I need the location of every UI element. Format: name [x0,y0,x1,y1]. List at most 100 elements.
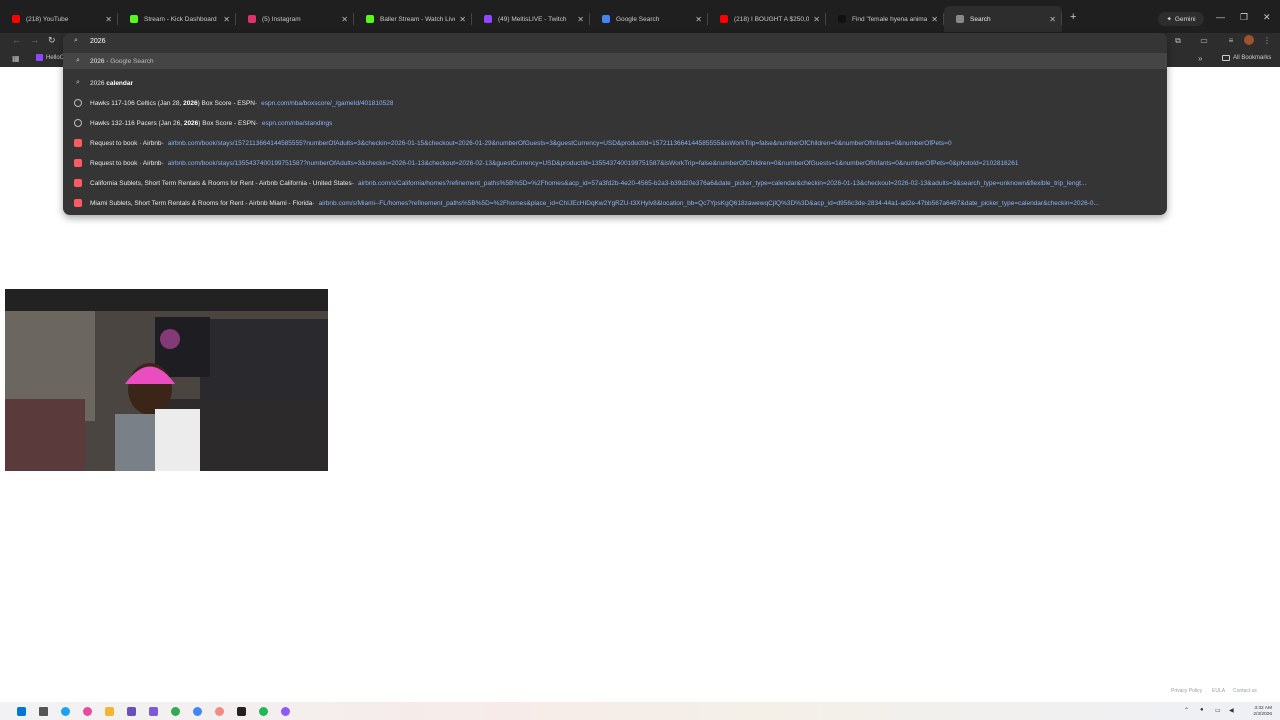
reload-icon[interactable]: ↻ [48,35,56,46]
obs-icon[interactable] [215,707,224,716]
tab[interactable]: Google Search ✕ [590,6,708,32]
webcam-overlay [5,289,328,471]
new-tab-button[interactable]: + [1070,11,1076,23]
tab[interactable]: Baller Stream - Watch Live ✕ [354,6,472,32]
close-tab-icon[interactable]: ✕ [459,15,466,24]
close-tab-icon[interactable]: ✕ [931,15,938,24]
favicon-icon [720,15,728,23]
chevron-right-icon[interactable]: » [1198,54,1202,63]
suggestion-item[interactable]: Request to book · Airbnb - airbnb.com/bo… [63,153,1167,173]
extensions-icon[interactable]: ⧉ [1173,36,1183,46]
volume-icon[interactable]: ◀ [1229,707,1234,714]
app-icon[interactable] [83,707,92,716]
favicon-icon [602,15,610,23]
address-input[interactable] [90,37,690,45]
tab-title: Stream - Kick Dashboard [144,15,217,23]
suggestion-item[interactable]: Hawks 117-106 Celtics (Jan 28, 2026) Box… [63,93,1167,113]
tab[interactable]: Search ✕ [944,6,1062,32]
suggestion-text-pre: California Sublets, Short Term Rentals &… [90,179,352,187]
suggestion-url: espn.com/nba/standings [261,119,333,127]
suggestion-text-pre: Request to book · Airbnb [90,159,162,167]
suggestion-item[interactable]: ⌕ 2026 - Google Search [63,53,1167,69]
chevron-up-icon[interactable]: ⌃ [1184,707,1189,714]
media-icon[interactable]: ≡ [1226,36,1236,46]
suggestion-url: airbnb.com/s/California/homes?refinement… [357,179,1087,187]
suggestion-item[interactable]: Hawks 132-116 Pacers (Jan 26, 2026) Box … [63,113,1167,133]
suggestion-url: espn.com/nba/boxscore/_/gameId/401810528 [261,99,394,107]
back-icon[interactable]: ← [12,35,21,45]
suggestion-item[interactable]: Miami Sublets, Short Term Rentals & Room… [63,193,1167,213]
close-tab-icon[interactable]: ✕ [577,15,584,24]
favicon-icon [248,15,256,23]
close-tab-icon[interactable]: ✕ [1049,15,1056,24]
gemini-label: Gemini [1174,15,1196,23]
tab-strip: (218) YouTube ✕ Stream - Kick Dashboard ✕ (5… [0,0,1280,33]
forward-icon[interactable]: → [30,35,39,45]
tab[interactable]: Stream - Kick Dashboard ✕ [118,6,236,32]
tab[interactable]: (49) MeltisLIVE - Twitch ✕ [472,6,590,32]
eula-link[interactable]: EULA [1212,688,1225,694]
suggestion-text: Miami Sublets, Short Term Rentals & Room… [90,200,312,207]
search-icon: ⌕ [74,37,78,44]
tab[interactable]: (218) I BOUGHT A $250,000 M✕ [708,6,826,32]
apps-grid-icon[interactable]: ▦ [12,54,21,63]
suggestion-text-bold: calendar [106,79,134,87]
clock[interactable]: 3:32 AM 2/3/2026 [1244,706,1272,717]
close-window-icon[interactable]: ✕ [1263,12,1271,23]
tab-title: (218) YouTube [26,15,69,23]
bookmark-item[interactable]: HelloC [36,54,64,61]
favicon-icon [484,15,492,23]
suggestion-text: 2026 - Google Search [90,58,154,65]
gemini-button[interactable]: ✦ Gemini [1158,12,1204,26]
suggestion-separator: - [351,179,354,187]
discord-icon[interactable] [149,707,158,716]
tab[interactable]: (5) Instagram ✕ [236,6,354,32]
suggestion-text-post: ) Box Score - ESPN [198,119,256,127]
search-icon: ⌕ [76,79,80,86]
side-panel-icon[interactable]: ▭ [1199,36,1209,46]
chrome-icon[interactable] [193,707,202,716]
file-explorer-icon[interactable] [105,707,114,716]
menu-icon[interactable]: ⋮ [1262,36,1272,46]
favicon-icon [130,15,138,23]
suggestion-text-bold: 2026 [183,99,198,107]
chrome-icon[interactable] [171,707,180,716]
suggestion-text-pre: 2026 [90,57,105,65]
tab-title: Google Search [616,15,660,23]
suggestion-text: Hawks 117-106 Celtics (Jan 28, 2026) Box… [90,100,255,107]
start-icon[interactable] [17,707,26,716]
tab[interactable]: (218) YouTube ✕ [0,6,118,32]
edge-icon[interactable] [61,707,70,716]
suggestion-item[interactable]: Request to book · Airbnb - airbnb.com/bo… [63,133,1167,153]
task-view-icon[interactable] [39,707,48,716]
suggestion-text-pre: Hawks 117-106 Celtics (Jan 28, [90,99,184,107]
close-tab-icon[interactable]: ✕ [105,15,112,24]
terminal-icon[interactable] [237,707,246,716]
suggestion-separator: - [161,159,164,167]
tab-title: (5) Instagram [262,15,301,23]
minimize-icon[interactable]: — [1216,12,1225,22]
contact-link[interactable]: Contact us [1233,688,1257,694]
tab[interactable]: Find "female hyena animal" on✕ [826,6,944,32]
app-icon[interactable] [281,707,290,716]
mic-icon[interactable]: ● [1200,707,1204,713]
close-tab-icon[interactable]: ✕ [341,15,348,24]
all-bookmarks-button[interactable]: All Bookmarks [1222,55,1271,61]
privacy-link[interactable]: Privacy Policy [1171,688,1202,694]
bookmark-label: HelloC [46,54,65,61]
display-icon[interactable]: ▭ [1215,707,1221,714]
suggestion-text: California Sublets, Short Term Rentals &… [90,180,352,187]
suggestion-text-pre: Miami Sublets, Short Term Rentals & Room… [90,199,313,207]
suggestion-item[interactable]: California Sublets, Short Term Rentals &… [63,173,1167,193]
avatar[interactable] [1244,35,1254,45]
address-bar[interactable]: ⌕ [63,33,1167,49]
close-tab-icon[interactable]: ✕ [695,15,702,24]
restore-icon[interactable]: ❐ [1240,12,1248,23]
app-icon[interactable] [127,707,136,716]
spotify-icon[interactable] [259,707,268,716]
taskbar: ⌃ ● ▭ ◀ 3:32 AM 2/3/2026 [0,702,1280,720]
webcam-image [5,289,328,471]
suggestion-item[interactable]: ⌕ 2026 calendar [63,73,1167,93]
close-tab-icon[interactable]: ✕ [223,15,230,24]
close-tab-icon[interactable]: ✕ [813,15,820,24]
